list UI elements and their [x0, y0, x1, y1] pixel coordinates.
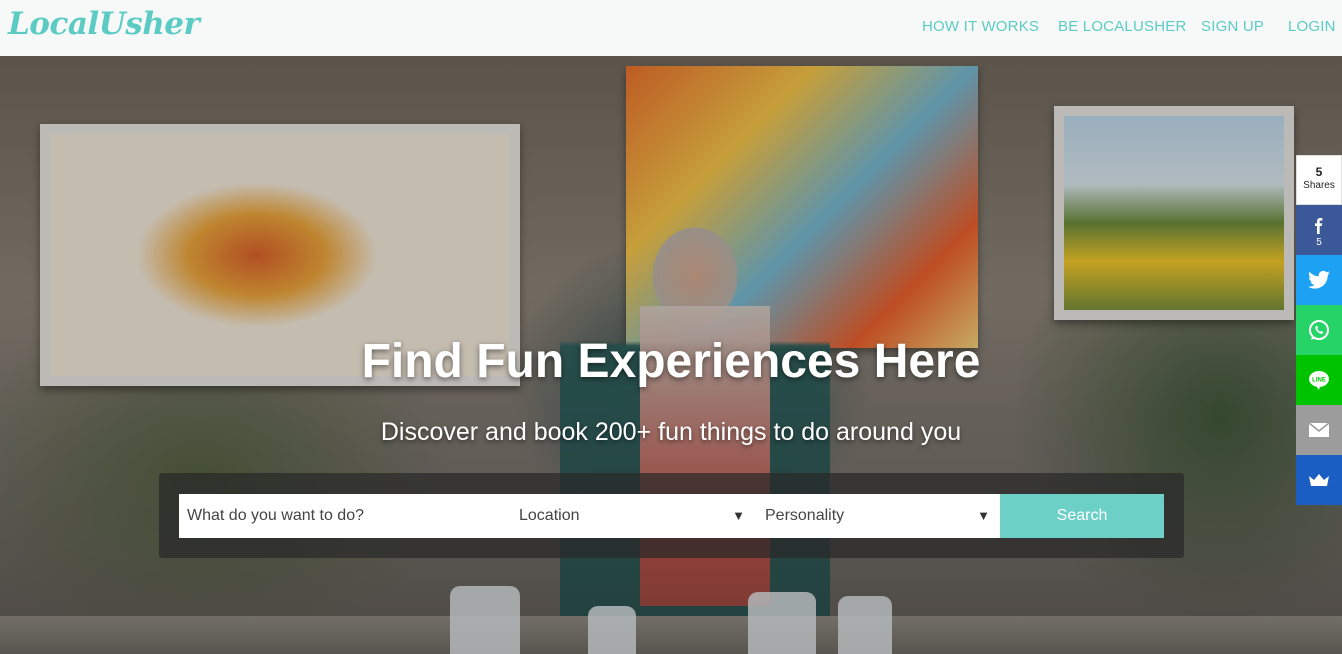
hero-banner: Find Fun Experiences Here Discover and b… — [0, 56, 1342, 654]
line-icon: LINE — [1309, 371, 1329, 390]
personality-select[interactable]: Personality ▼ — [755, 494, 1000, 538]
nav-how-it-works[interactable]: HOW IT WORKS — [922, 18, 1039, 35]
search-panel: Location ▼ Personality ▼ Search — [159, 473, 1184, 558]
sumo-crown-icon — [1309, 474, 1329, 486]
personality-select-value: Personality — [765, 507, 845, 524]
social-share-bar: 5 Shares 5 LINE — [1296, 155, 1342, 505]
search-button[interactable]: Search — [1000, 494, 1164, 538]
brand-logo[interactable]: LocalUsher — [8, 6, 200, 42]
nav-login[interactable]: LOGIN — [1288, 18, 1336, 35]
facebook-icon — [1315, 217, 1323, 234]
location-select-value: Location — [519, 507, 580, 524]
share-count-value: 5 — [1315, 165, 1323, 179]
location-select[interactable]: Location ▼ — [509, 494, 755, 538]
facebook-share-button[interactable]: 5 — [1296, 205, 1342, 255]
chevron-down-icon: ▼ — [977, 508, 990, 523]
svg-text:LINE: LINE — [1312, 378, 1326, 384]
share-count-label: Shares — [1303, 180, 1335, 191]
email-share-button[interactable] — [1296, 405, 1342, 455]
facebook-share-count: 5 — [1316, 236, 1322, 248]
activity-search-input[interactable] — [179, 494, 509, 538]
twitter-icon — [1308, 270, 1330, 289]
top-navbar: LocalUsher HOW IT WORKS BE LOCALUSHER SI… — [0, 0, 1342, 56]
chevron-down-icon: ▼ — [732, 508, 745, 523]
nav-be-localusher[interactable]: BE LOCALUSHER — [1058, 18, 1186, 35]
whatsapp-icon — [1309, 320, 1329, 340]
twitter-share-button[interactable] — [1296, 255, 1342, 305]
sumo-share-button[interactable] — [1296, 455, 1342, 505]
line-share-button[interactable]: LINE — [1296, 355, 1342, 405]
share-counter: 5 Shares — [1296, 155, 1342, 205]
hero-subhead: Discover and book 200+ fun things to do … — [380, 418, 962, 446]
email-icon — [1308, 422, 1330, 437]
hero-headline: Find Fun Experiences Here — [361, 335, 981, 388]
whatsapp-share-button[interactable] — [1296, 305, 1342, 355]
nav-sign-up[interactable]: SIGN UP — [1201, 18, 1264, 35]
